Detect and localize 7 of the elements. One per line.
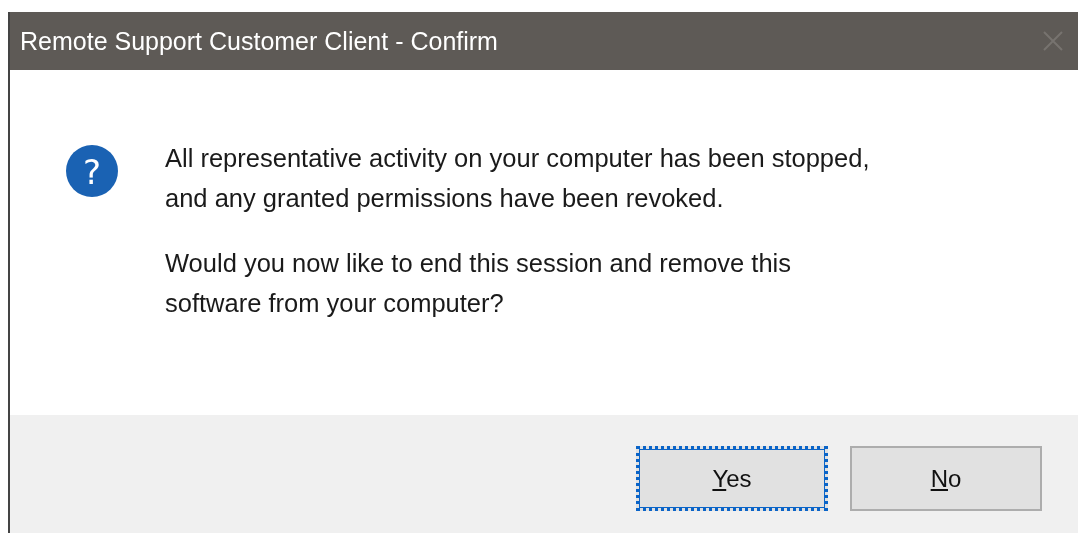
question-icon: ? <box>65 144 119 198</box>
window-title: Remote Support Customer Client - Confirm <box>20 26 498 56</box>
close-icon[interactable] <box>1042 30 1064 52</box>
message-text: Would you now like to end this session and remove this software from your computer? <box>165 248 793 319</box>
dialog-button[interactable]: Yes <box>636 446 828 511</box>
message-text: All representative activity on your computer has been stopped, and any granted permissions have been revoked. <box>165 143 870 214</box>
dialog-button[interactable]: No <box>850 446 1042 511</box>
